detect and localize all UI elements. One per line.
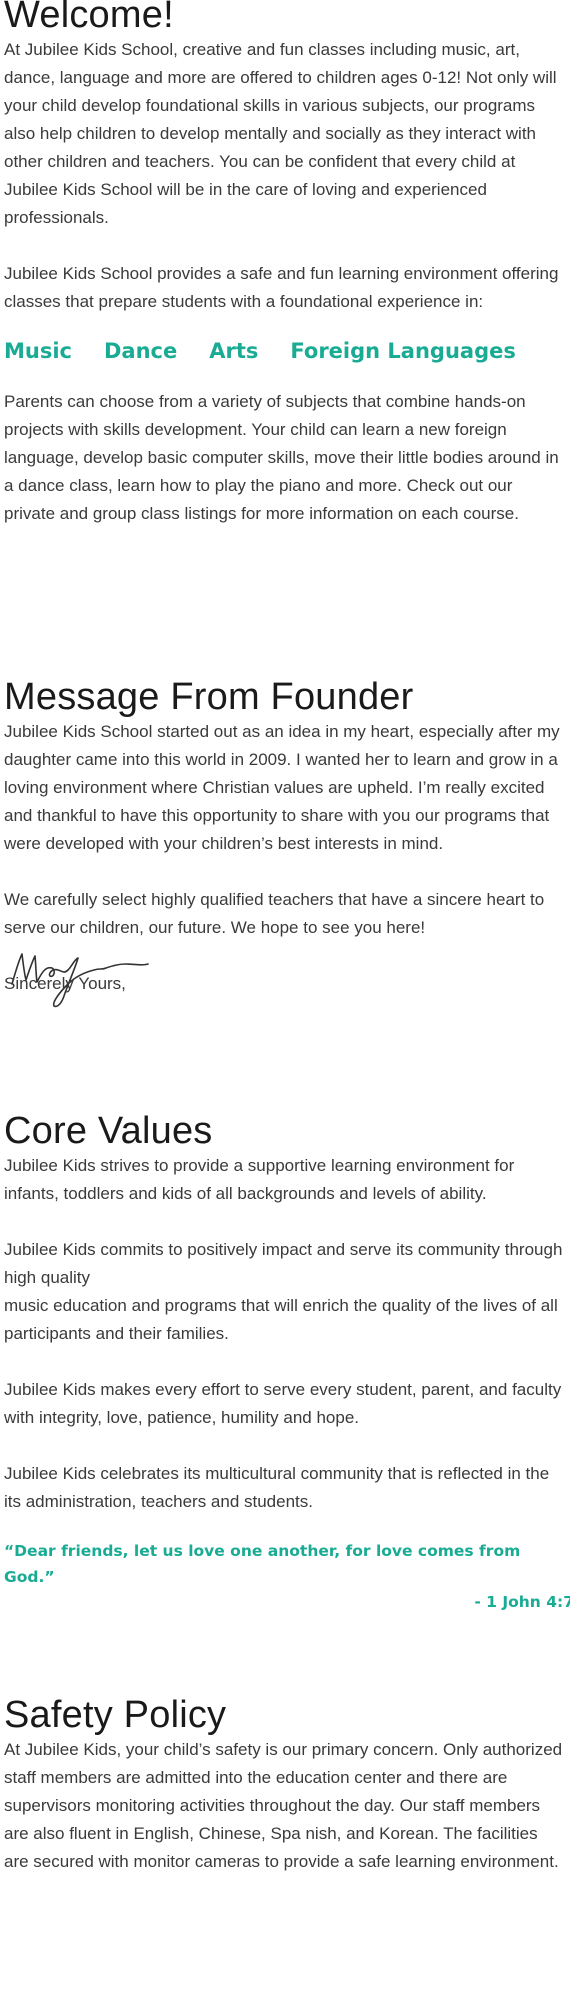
welcome-choices: Parents can choose from a variety of sub…: [4, 392, 559, 523]
bible-quote: “Dear friends, let us love one another, …: [4, 1542, 521, 1586]
safety-body: At Jubilee Kids, your child’s safety is …: [4, 1740, 563, 1871]
value-4: Jubilee Kids celebrates its multicultura…: [4, 1464, 550, 1511]
founder-title: Message From Founder: [4, 676, 414, 718]
safety-section: Safety Policy At Jubilee Kids, your chil…: [4, 1694, 566, 1876]
value-3: Jubilee Kids makes every effort to serve…: [4, 1380, 562, 1427]
founder-section: Message From Founder Jubilee Kids School…: [4, 676, 566, 1008]
subject-arts: Arts: [209, 339, 259, 363]
welcome-section: Welcome! At Jubilee Kids School, creativ…: [4, 0, 566, 528]
bible-quote-reference: - 1 John 4:7: [474, 1593, 570, 1611]
sign-off: Sincerely Yours,: [4, 974, 126, 993]
core-values-section: Core Values Jubilee Kids strives to prov…: [4, 1110, 570, 1614]
founder-paragraph-1: Jubilee Kids School started out as an id…: [4, 722, 560, 853]
subject-dance: Dance: [104, 339, 178, 363]
core-values-title: Core Values: [4, 1110, 213, 1152]
page: Welcome! At Jubilee Kids School, creativ…: [0, 0, 570, 2002]
value-2a: Jubilee Kids commits to positively impac…: [4, 1240, 563, 1287]
founder-paragraph-2: We carefully select highly qualified tea…: [4, 890, 545, 937]
welcome-offering: Jubilee Kids School provides a safe and …: [4, 264, 559, 311]
subjects-list: Music Dance Arts Foreign Languages: [4, 336, 566, 366]
value-1: Jubilee Kids strives to provide a suppor…: [4, 1156, 515, 1203]
subject-music: Music: [4, 339, 72, 363]
welcome-title: Welcome!: [4, 0, 174, 36]
welcome-intro: At Jubilee Kids School, creative and fun…: [4, 40, 557, 227]
signature-block: Sincerely Yours,: [4, 942, 566, 1008]
value-2b: music education and programs that will e…: [4, 1296, 558, 1343]
subject-foreign-languages: Foreign Languages: [290, 339, 516, 363]
safety-title: Safety Policy: [4, 1694, 227, 1736]
